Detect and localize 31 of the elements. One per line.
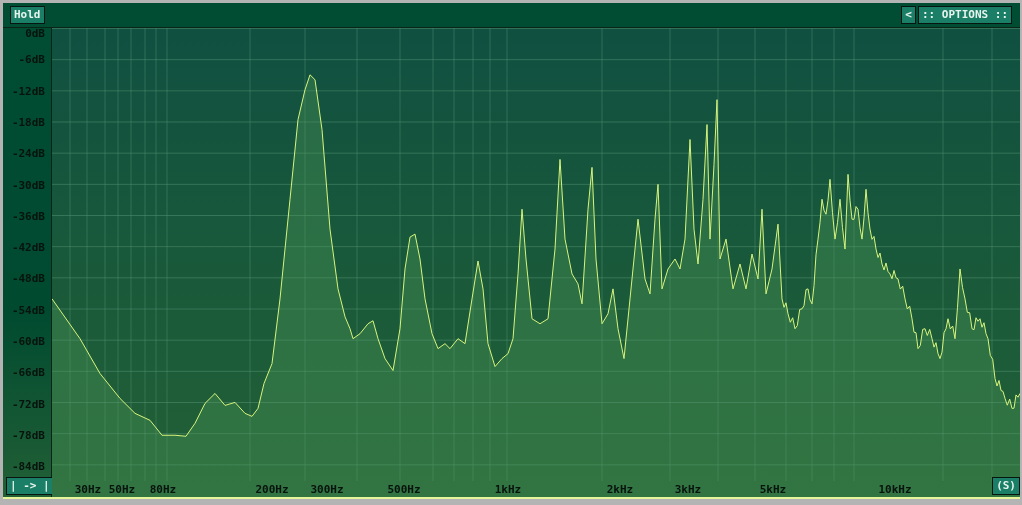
db-axis-label: -36dB [11, 210, 45, 223]
db-axis-label: -24dB [11, 148, 45, 161]
frequency-axis-label: 300Hz [310, 483, 344, 496]
hold-button[interactable]: Hold [10, 6, 45, 24]
frequency-axis-label: 1kHz [494, 483, 522, 496]
db-axis-label: -54dB [11, 304, 45, 317]
db-axis-label: -72dB [11, 398, 45, 411]
frequency-axis-label: 10kHz [878, 483, 912, 496]
db-axis-label: -78dB [11, 429, 45, 442]
frequency-axis-label: 200Hz [255, 483, 289, 496]
db-axis-label: -12dB [11, 85, 45, 98]
db-axis-label: -30dB [11, 179, 45, 192]
db-axis-label: -42dB [11, 242, 45, 255]
db-axis-label: -66dB [11, 367, 45, 380]
db-axis-label: -48dB [11, 273, 45, 286]
frequency-axis-label: 30Hz [74, 483, 102, 496]
db-axis-label: -6dB [18, 54, 45, 67]
frequency-axis-label: 500Hz [387, 483, 421, 496]
db-axis-label: -18dB [11, 116, 45, 129]
frequency-axis-label: 2kHz [606, 483, 634, 496]
collapse-button[interactable]: < [901, 6, 916, 24]
frequency-axis-label: 50Hz [108, 483, 136, 496]
db-axis-label: 0dB [25, 28, 45, 40]
frequency-axis-label: 3kHz [674, 483, 702, 496]
db-axis-label: -84dB [11, 461, 45, 474]
frequency-axis-label: 80Hz [149, 483, 177, 496]
frequency-axis-label: 5kHz [759, 483, 787, 496]
db-axis-label: -60dB [11, 336, 45, 348]
options-button[interactable]: :: OPTIONS :: [917, 6, 1012, 24]
range-button[interactable]: | -> | [6, 477, 54, 495]
scale-button[interactable]: (S) [992, 477, 1020, 495]
